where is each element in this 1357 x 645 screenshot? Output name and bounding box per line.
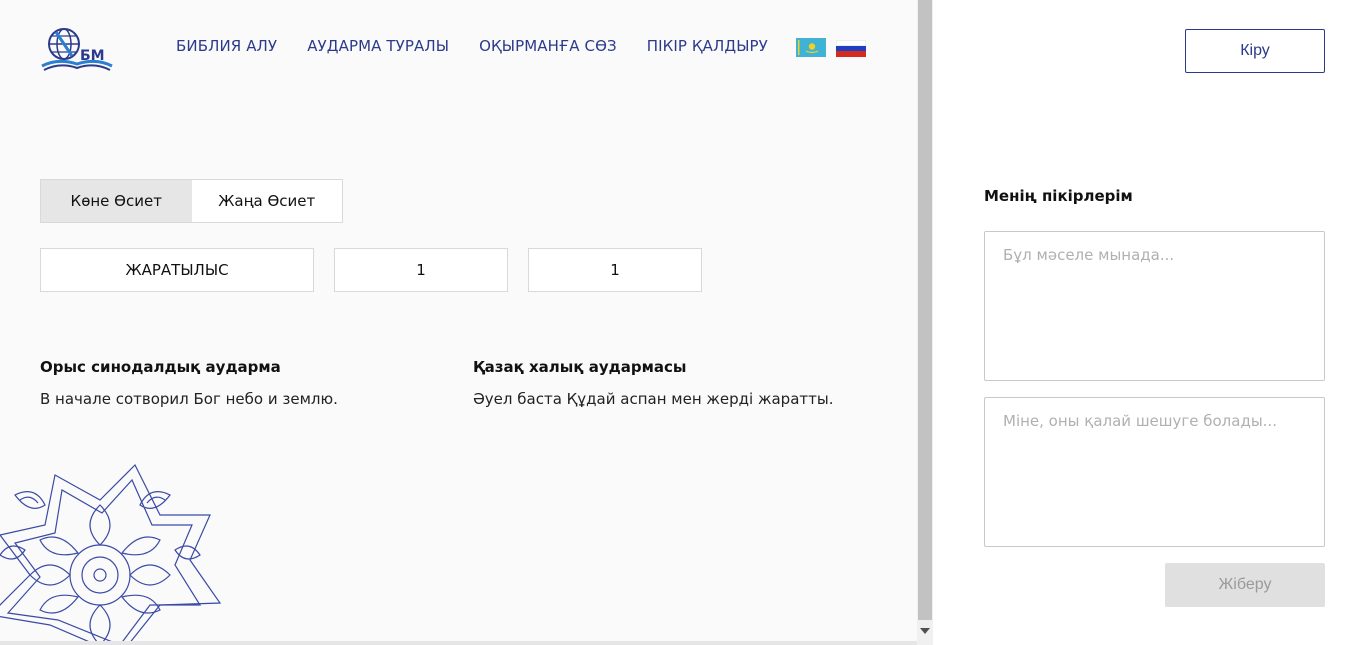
feedback-sidebar: Кіру Менің пікірлерім Жіберу [933, 0, 1357, 645]
main-pane: БМ БИБЛИЯ АЛУ АУДАРМА ТУРАЛЫ ОҚЫРМАНҒА С… [0, 0, 917, 645]
nav-leave-feedback[interactable]: ПІКІР ҚАЛДЫРУ [647, 37, 768, 55]
send-button[interactable]: Жіберу [1165, 563, 1325, 607]
chapter-select[interactable]: 1 [334, 248, 508, 292]
kazakh-translation-title: Қазақ халық аудармасы [473, 358, 687, 376]
verse-select[interactable]: 1 [528, 248, 702, 292]
kazakh-translation-text: Әуел баста Құдай аспан мен жерді жаратты… [473, 390, 834, 408]
kazakhstan-flag-graphic [796, 38, 826, 57]
nav-to-reader[interactable]: ОҚЫРМАНҒА СӨЗ [479, 37, 617, 55]
nav-get-bible[interactable]: БИБЛИЯ АЛУ [176, 37, 277, 55]
feedback-title: Менің пікірлерім [984, 187, 1133, 205]
ornament-decoration-icon [0, 463, 222, 645]
main-nav: БИБЛИЯ АЛУ АУДАРМА ТУРАЛЫ ОҚЫРМАНҒА СӨЗ … [176, 37, 768, 55]
bible-logo[interactable]: БМ [38, 24, 116, 72]
nav-about-translation[interactable]: АУДАРМА ТУРАЛЫ [307, 37, 449, 55]
tab-new-testament[interactable]: Жаңа Өсиет [192, 180, 343, 222]
tab-old-testament[interactable]: Көне Өсиет [41, 180, 192, 222]
kazakhstan-flag-icon[interactable] [796, 38, 826, 57]
problem-textarea[interactable] [984, 231, 1325, 381]
horizontal-scrollbar[interactable] [0, 641, 917, 645]
russia-flag-icon[interactable] [836, 40, 866, 57]
book-select[interactable]: ЖАРАТЫЛЫС [40, 248, 314, 292]
vertical-scrollbar[interactable] [917, 0, 933, 645]
login-button[interactable]: Кіру [1185, 29, 1325, 73]
russian-translation-text: В начале сотворил Бог небо и землю. [40, 390, 338, 408]
testament-tabs: Көне Өсиет Жаңа Өсиет [40, 179, 343, 223]
logo-text: БМ [80, 48, 105, 64]
scrollbar-thumb[interactable] [918, 0, 932, 620]
russian-translation-title: Орыс синодалдық аударма [40, 358, 281, 376]
solution-textarea[interactable] [984, 397, 1325, 547]
russia-flag-red [836, 51, 866, 57]
scroll-down-arrow-icon[interactable] [920, 628, 930, 634]
